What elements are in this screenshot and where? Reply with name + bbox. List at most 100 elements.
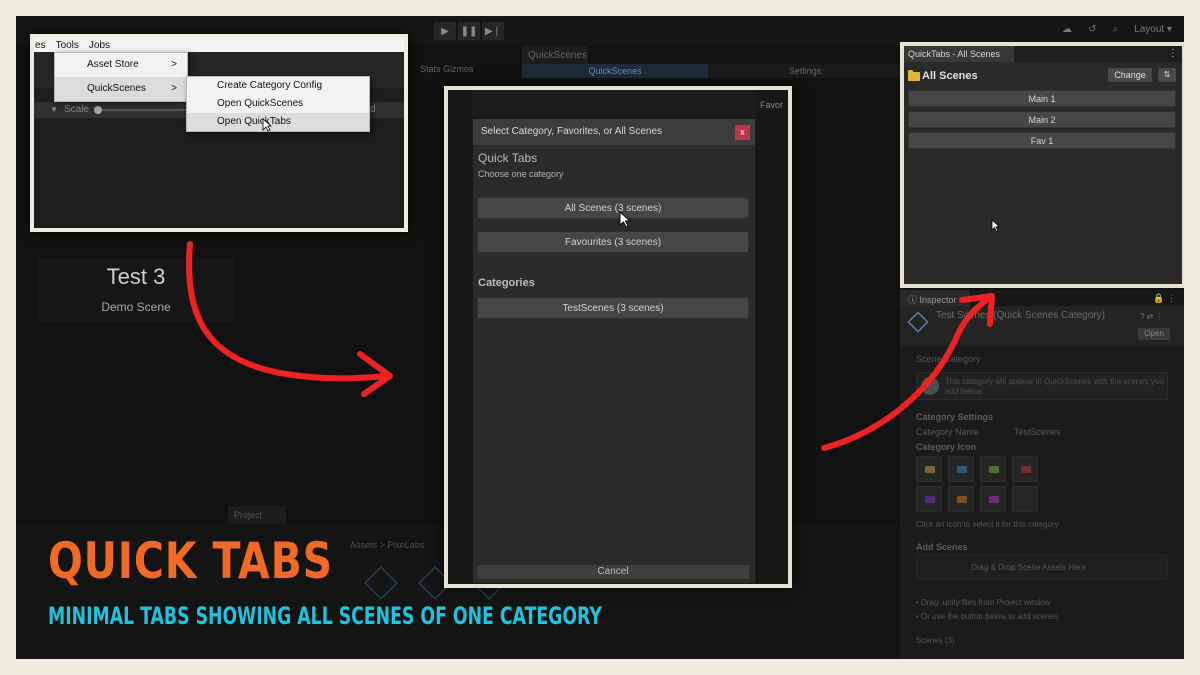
- menu-item-quickscenes[interactable]: QuickScenes >: [55, 77, 187, 101]
- menubar-item-jobs[interactable]: Jobs: [89, 40, 110, 51]
- inspector-title: Test Scenes (Quick Scenes Category): [936, 310, 1105, 321]
- tab-quicktabs-all-scenes[interactable]: QuickTabs - All Scenes: [904, 46, 1014, 62]
- arrow-head-left: [357, 351, 393, 397]
- tab-quickscenes-bg[interactable]: QuickScenes: [522, 46, 588, 64]
- tab-project[interactable]: Project: [228, 506, 286, 524]
- drop-hint: Drag & Drop Scene Assets Here: [971, 563, 1086, 572]
- gizmos-label[interactable]: Gizmos: [443, 64, 474, 74]
- drop-zone[interactable]: Drag & Drop Scene Assets Here: [916, 554, 1168, 580]
- folder-icon: [925, 496, 935, 503]
- layout-label: Layout: [1134, 24, 1165, 35]
- quicktabs-title: All Scenes: [922, 70, 978, 82]
- category-icon-swatch[interactable]: [948, 486, 974, 512]
- inspector-body: Scene Category This category will appear…: [900, 346, 1184, 659]
- dialog-subheading: Choose one category: [478, 169, 564, 179]
- info-icon: [921, 377, 939, 395]
- scene-asset-icon[interactable]: [364, 566, 398, 600]
- category-icon-swatch[interactable]: [948, 456, 974, 482]
- scale-label: Scale: [64, 104, 90, 115]
- tab-inspector[interactable]: ⓘ Inspector: [900, 290, 970, 306]
- assets-breadcrumb: Assets > PixeLabs: [350, 540, 425, 550]
- search-icon[interactable]: ⌕: [1113, 24, 1119, 35]
- step-icon[interactable]: ▶❘: [482, 22, 504, 40]
- category-icon-swatch[interactable]: [980, 486, 1006, 512]
- category-icon-swatch[interactable]: [916, 456, 942, 482]
- overlay-subtitle: MINIMAL TABS SHOWING ALL SCENES OF ONE C…: [48, 602, 602, 630]
- mouse-cursor-icon: [991, 219, 1001, 232]
- menu-item-label: Asset Store: [87, 59, 139, 70]
- close-icon[interactable]: x: [735, 125, 750, 140]
- menu-item-asset-store[interactable]: Asset Store >: [55, 53, 187, 77]
- scene-card-subtitle: Demo Scene: [101, 300, 171, 314]
- dialog-titlebar: Select Category, Favorites, or All Scene…: [473, 119, 755, 145]
- lock-icon[interactable]: 🔒 ⋮: [1153, 293, 1176, 304]
- info-box: This category will appear in QuickScenes…: [916, 372, 1168, 400]
- folder-icon: [925, 466, 935, 473]
- mouse-cursor-icon: [262, 118, 272, 132]
- toolbar-right: ☁ ↺ ⌕ Layout ▾: [1062, 24, 1172, 35]
- category-settings-label: Category Settings: [916, 412, 994, 422]
- menu-item-open-quicktabs[interactable]: Open QuickTabs: [187, 113, 369, 131]
- help-icon[interactable]: ? ⇄ ⋮: [1140, 312, 1164, 321]
- scriptable-object-icon: [907, 311, 929, 333]
- menu-item-label: QuickScenes: [87, 83, 146, 94]
- select-category-dialog: Select Category, Favorites, or All Scene…: [472, 118, 756, 584]
- mouse-cursor-icon: [619, 211, 631, 228]
- open-button[interactable]: Open: [1138, 328, 1170, 340]
- qs-bar-left[interactable]: QuickScenes: [522, 64, 708, 78]
- all-scenes-button[interactable]: All Scenes (3 scenes): [477, 197, 749, 219]
- categories-heading: Categories: [478, 277, 535, 289]
- category-icon-label: Category Icon: [916, 442, 977, 452]
- menu-item-open-quickscenes[interactable]: Open QuickScenes: [187, 95, 369, 113]
- category-testscenes-button[interactable]: TestScenes (3 scenes): [477, 297, 749, 319]
- category-icon-swatch[interactable]: [916, 486, 942, 512]
- dialog-backdrop-left: [448, 90, 472, 584]
- inspector-panel: ⓘ Inspector 🔒 ⋮ Test Scenes (Quick Scene…: [900, 290, 1184, 659]
- menubar-item-tools[interactable]: Tools: [56, 40, 79, 51]
- quickscenes-submenu: Create Category Config Open QuickScenes …: [186, 76, 370, 132]
- folder-icon: [908, 70, 920, 81]
- category-name-field[interactable]: TestScenes: [1014, 427, 1061, 437]
- dialog-heading: Quick Tabs: [478, 151, 538, 165]
- chevron-right-icon: >: [171, 59, 177, 70]
- scene-card-title: Test 3: [106, 264, 166, 289]
- change-button[interactable]: Change: [1108, 68, 1152, 82]
- scene-button-main-2[interactable]: Main 2: [908, 111, 1176, 128]
- dropdown-triangle-icon[interactable]: ▼: [50, 105, 58, 114]
- scene-button-main-1[interactable]: Main 1: [908, 90, 1176, 107]
- screenshot-stage: ▶ ❚❚ ▶❘ ☁ ↺ ⌕ Layout ▾ QuickScenes Quick…: [16, 16, 1184, 659]
- sort-icon[interactable]: ⇅: [1158, 68, 1176, 82]
- menu-item-create-category-config[interactable]: Create Category Config: [187, 77, 369, 95]
- icon-hint: Click an icon to select it for this cate…: [916, 520, 1059, 529]
- quickscenes-bar-bg: QuickScenes Settings: [522, 64, 902, 78]
- bullet-text: • Or use the button below to add scenes: [916, 612, 1058, 621]
- pause-icon[interactable]: ❚❚: [458, 22, 480, 40]
- scale-slider-track[interactable]: [102, 109, 188, 111]
- scenes-count: Scenes (3): [916, 636, 955, 645]
- scale-slider-knob[interactable]: [94, 106, 102, 114]
- kebab-menu-icon[interactable]: ⋮: [1168, 48, 1178, 59]
- category-icon-swatch[interactable]: [1012, 486, 1038, 512]
- history-icon[interactable]: ↺: [1088, 24, 1096, 35]
- dialog-title: Select Category, Favorites, or All Scene…: [481, 126, 663, 137]
- favourites-button[interactable]: Favourites (3 scenes): [477, 231, 749, 253]
- category-icon-swatch[interactable]: [1012, 456, 1038, 482]
- qs-bar-right[interactable]: Settings: [710, 64, 900, 78]
- folder-icon: [989, 466, 999, 473]
- scene-card[interactable]: Test 3 Demo Scene: [38, 258, 234, 322]
- category-icon-swatch[interactable]: [980, 456, 1006, 482]
- play-icon[interactable]: ▶: [434, 22, 456, 40]
- folder-icon: [957, 466, 967, 473]
- cloud-icon[interactable]: ☁: [1062, 24, 1072, 35]
- quicktabs-header: All Scenes Change ⇅: [904, 64, 1182, 86]
- dialog-backdrop-right: [756, 90, 788, 584]
- cancel-button[interactable]: Cancel: [477, 565, 749, 579]
- menubar-item[interactable]: es: [35, 40, 46, 51]
- scene-button-fav-1[interactable]: Fav 1: [908, 132, 1176, 149]
- inspector-header: Test Scenes (Quick Scenes Category) ? ⇄ …: [900, 306, 1184, 346]
- quicktabs-screenshot-panel: QuickTabs - All Scenes ⋮ All Scenes Chan…: [900, 42, 1184, 288]
- add-scenes-label: Add Scenes: [916, 542, 968, 552]
- stats-label[interactable]: Stats: [420, 64, 441, 74]
- layout-dropdown[interactable]: Layout ▾: [1134, 24, 1172, 35]
- folder-icon: [1021, 496, 1031, 503]
